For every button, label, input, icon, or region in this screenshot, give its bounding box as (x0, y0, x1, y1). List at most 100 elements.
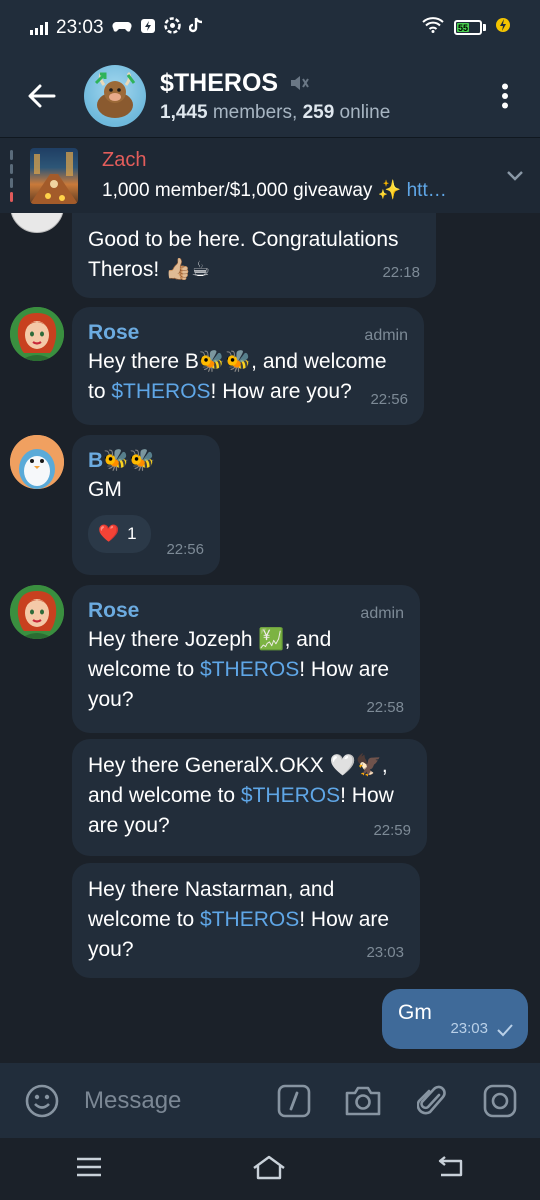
vertical-dots-icon (502, 83, 508, 109)
online-label: online (334, 101, 391, 123)
message-text: to (88, 380, 112, 403)
home-icon (253, 1155, 285, 1179)
members-label: members, (207, 101, 303, 123)
message-text: Hey there B🐝🐝, and welcome (88, 350, 387, 373)
status-time: 23:03 (56, 16, 104, 38)
message-time: 23:03 (366, 944, 404, 961)
expand-pinned-button[interactable] (490, 170, 540, 182)
app-notification-icon (140, 18, 156, 38)
cashtag-link[interactable]: $THEROS (200, 908, 299, 931)
signal-icon (30, 21, 48, 35)
online-count: 259 (302, 101, 335, 123)
message-text: Hey there Nastarman, and (88, 878, 335, 901)
message-time: 22:56 (370, 391, 408, 408)
message-list[interactable]: Good to be here. Congratulations Theros!… (0, 213, 540, 1063)
menu-lines-icon (76, 1157, 101, 1176)
tiktok-icon (188, 17, 203, 38)
message-text: are you? (88, 814, 170, 837)
emoji-smile-icon (25, 1084, 59, 1117)
bot-commands-button[interactable] (276, 1084, 312, 1118)
message-text: you? (88, 938, 134, 961)
battery-level: 55 (457, 22, 470, 33)
sent-check-icon (497, 1024, 513, 1037)
message-text: you? (88, 688, 134, 711)
message-text: and welcome to (88, 784, 241, 807)
instagram-icon (483, 1084, 517, 1117)
slash-command-icon (277, 1084, 311, 1117)
message-text: Hey there GeneralX.OKX 🤍🦅, (88, 754, 388, 777)
message-sender[interactable]: Rose (88, 319, 408, 347)
message-text: ! How are (299, 658, 390, 681)
message-text-line: and welcome to $THEROS! How (88, 781, 411, 811)
message-time: 22:56 (166, 541, 204, 558)
settings-notification-icon (163, 17, 181, 38)
message-text-line: welcome to $THEROS! How are (88, 905, 404, 935)
member-count: 1,445 (160, 101, 208, 123)
pinned-text-body: 1,000 member/$1,000 giveaway ✨ (102, 180, 407, 201)
message-bubble[interactable]: B🐝🐝 GM ❤️ 1 22:56 (72, 435, 220, 575)
message-time: 23:03 (450, 1020, 488, 1037)
home-button[interactable] (252, 1154, 286, 1185)
message-time: 22:58 (366, 699, 404, 716)
arrow-left-icon (28, 84, 56, 108)
rose-avatar[interactable] (10, 585, 64, 639)
group-avatar[interactable] (84, 65, 146, 127)
cashtag-link[interactable]: $THEROS (241, 784, 340, 807)
message-input-bar: Message (0, 1063, 540, 1138)
group-title[interactable]: $THEROS (160, 69, 278, 98)
message-text: ! How are you? (210, 380, 352, 403)
message-sender[interactable]: B🐝🐝 (88, 447, 204, 475)
battery-icon: 55 (454, 20, 486, 36)
camera-button[interactable] (344, 1084, 382, 1118)
message-time: 22:18 (382, 264, 420, 281)
system-back-button[interactable] (435, 1155, 465, 1184)
message-bubble[interactable]: Good to be here. Congratulations Theros!… (72, 213, 436, 298)
return-arrow-icon (439, 1155, 463, 1176)
cashtag-link[interactable]: $THEROS (111, 380, 210, 403)
message-text-line: welcome to $THEROS! How are (88, 655, 404, 685)
message-bubble[interactable]: Hey there Nastarman, and welcome to $THE… (72, 863, 420, 978)
system-navigation-bar (0, 1138, 540, 1200)
instagram-share-button[interactable] (482, 1084, 518, 1118)
message-bubble[interactable]: Rose admin Hey there B🐝🐝, and welcome to… (72, 307, 424, 425)
message-time: 22:59 (373, 822, 411, 839)
message-sender[interactable]: Rose (88, 597, 404, 625)
charging-icon (496, 16, 510, 39)
message-bubble[interactable]: Rose admin Hey there Jozeph 💹, and welco… (72, 585, 420, 733)
b-avatar[interactable] (10, 435, 64, 489)
message-text-line: to $THEROS! How are you? (88, 377, 408, 407)
chat-header: $THEROS 1,445 members, 259 online (0, 55, 540, 137)
muted-speaker-icon (291, 76, 309, 90)
cashtag-link[interactable]: $THEROS (200, 658, 299, 681)
rose-avatar[interactable] (10, 307, 64, 361)
emoji-button[interactable] (22, 1084, 62, 1118)
chevron-down-icon (507, 170, 523, 181)
message-bubble[interactable]: Hey there GeneralX.OKX 🤍🦅, and welcome t… (72, 739, 427, 856)
admin-badge: admin (364, 327, 408, 344)
status-bar: 23:03 55 (0, 0, 540, 55)
paperclip-icon (417, 1085, 446, 1114)
gamepad-icon (111, 18, 132, 38)
message-text: ! How are (299, 908, 390, 931)
reaction-chip[interactable]: ❤️ 1 (88, 515, 151, 553)
message-text: GM (88, 478, 122, 501)
pinned-message-bar[interactable]: Zach 1,000 member/$1,000 giveaway ✨ htt… (0, 137, 540, 213)
sender-avatar[interactable] (10, 213, 64, 233)
message-text: Hey there Jozeph 💹, and (88, 628, 332, 651)
message-text: ! How (340, 784, 394, 807)
pinned-sender: Zach (102, 149, 147, 171)
pinned-text: 1,000 member/$1,000 giveaway ✨ htt… (102, 178, 490, 202)
message-text: welcome to (88, 658, 201, 681)
group-subtitle: 1,445 members, 259 online (160, 102, 470, 124)
back-button[interactable] (0, 55, 84, 137)
pinned-position-indicator (10, 149, 24, 202)
heart-reaction-icon: ❤️ (98, 524, 120, 543)
message-input[interactable]: Message (84, 1087, 276, 1115)
camera-icon (345, 1086, 381, 1115)
more-options-button[interactable] (470, 55, 540, 137)
message-text: Theros! 👍🏼☕ (88, 258, 211, 281)
recent-apps-button[interactable] (75, 1156, 103, 1183)
attach-button[interactable] (414, 1083, 450, 1119)
message-text: welcome to (88, 908, 201, 931)
outgoing-message-bubble[interactable]: Gm 23:03 (382, 989, 528, 1049)
